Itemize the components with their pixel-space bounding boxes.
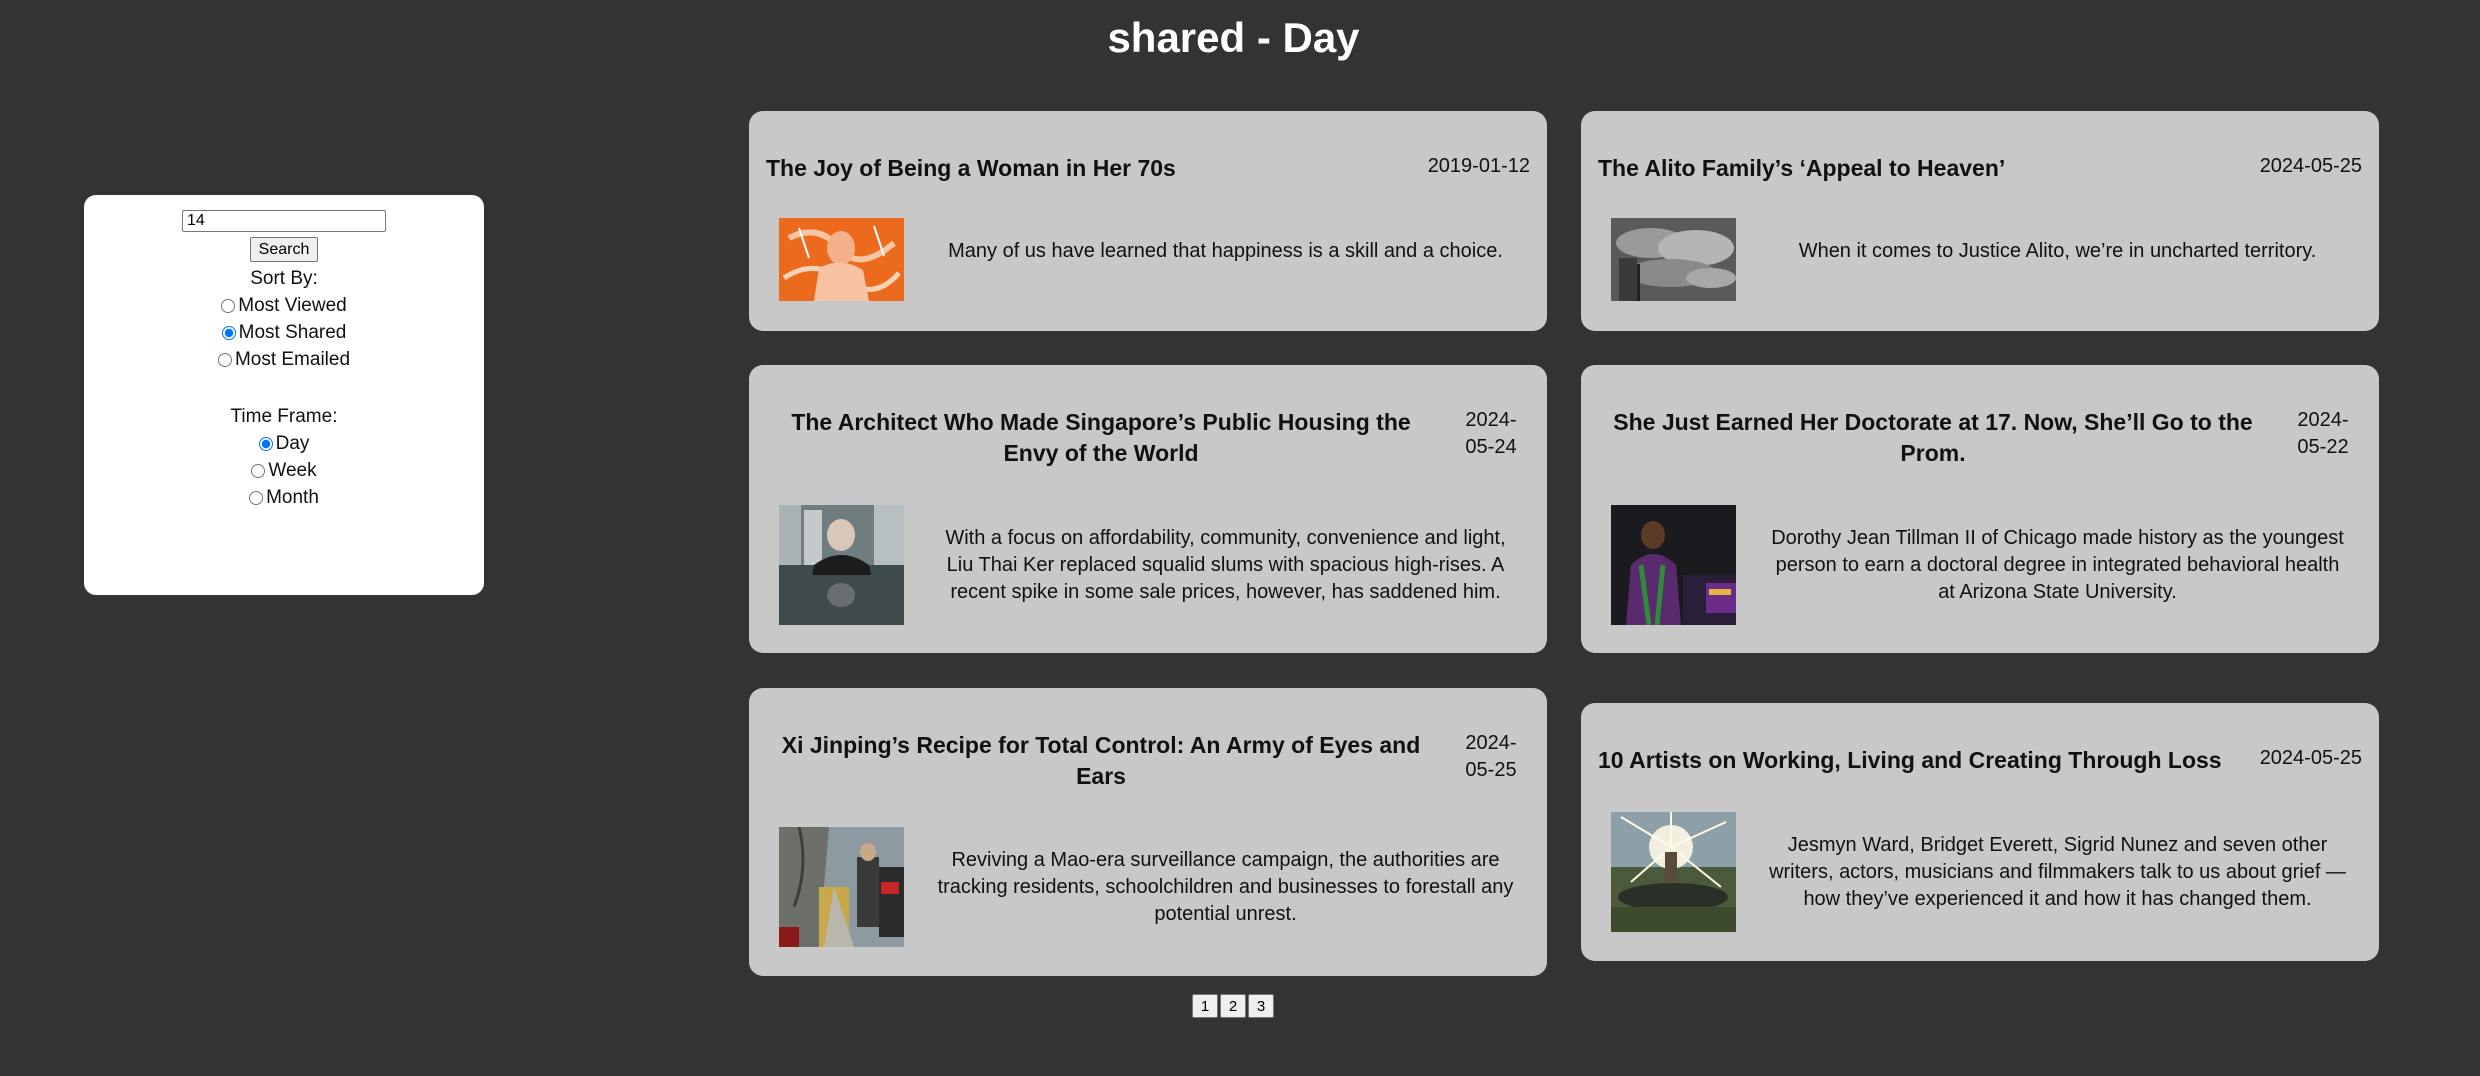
article-date: 2024-05-25	[1465, 732, 1517, 781]
article-card[interactable]: The Architect Who Made Singapore’s Publi…	[749, 365, 1547, 653]
timeframe-option-label: Month	[266, 487, 319, 508]
article-card[interactable]: 10 Artists on Working, Living and Creati…	[1581, 703, 2379, 961]
sort-radio-most-viewed[interactable]	[221, 298, 236, 313]
page-button-1[interactable]: 1	[1192, 994, 1218, 1018]
article-abstract: When it comes to Justice Alito, we’re in…	[1798, 240, 2317, 262]
article-abstract: Reviving a Mao-era surveillance campaign…	[937, 849, 1514, 925]
article-title[interactable]: The Alito Family’s ‘Appeal to Heaven’	[1598, 153, 2246, 184]
sort-option-label: Most Viewed	[238, 295, 347, 316]
timeframe-option-day[interactable]: Day	[84, 430, 484, 457]
article-abstract: Many of us have learned that happiness i…	[948, 240, 1503, 262]
article-thumbnail	[1611, 505, 1736, 625]
article-abstract: With a focus on affordability, community…	[945, 527, 1506, 603]
article-card[interactable]: She Just Earned Her Doctorate at 17. Now…	[1581, 365, 2379, 653]
timeframe-radio-month[interactable]	[249, 490, 264, 505]
search-input[interactable]	[182, 210, 386, 232]
timeframe-radio-week[interactable]	[251, 463, 266, 478]
sort-option-most-emailed[interactable]: Most Emailed	[84, 346, 484, 373]
search-button[interactable]: Search	[249, 237, 319, 262]
page-title: shared - Day	[1107, 14, 1360, 61]
article-date: 2024-05-25	[2259, 747, 2362, 769]
article-thumbnail	[1611, 218, 1736, 301]
article-date: 2024-05-25	[2259, 155, 2362, 177]
timeframe-option-label: Week	[268, 460, 317, 481]
sort-radio-most-emailed[interactable]	[217, 352, 232, 367]
article-thumbnail	[779, 505, 904, 625]
pagination: 1 2 3	[1192, 994, 1276, 1018]
article-card[interactable]: The Joy of Being a Woman in Her 70s 2019…	[749, 111, 1547, 331]
article-title[interactable]: The Architect Who Made Singapore’s Publi…	[766, 407, 1436, 469]
article-date: 2019-01-12	[1427, 155, 1530, 177]
article-abstract: Dorothy Jean Tillman II of Chicago made …	[1771, 527, 2344, 603]
article-date: 2024-05-22	[2297, 409, 2349, 458]
article-title[interactable]: Xi Jinping’s Recipe for Total Control: A…	[766, 730, 1436, 792]
time-frame-label: Time Frame:	[230, 406, 338, 427]
timeframe-radio-day[interactable]	[258, 436, 273, 451]
filter-panel: Search Sort By: Most Viewed Most Shared …	[84, 195, 484, 595]
article-card[interactable]: The Alito Family’s ‘Appeal to Heaven’ 20…	[1581, 111, 2379, 331]
article-title[interactable]: The Joy of Being a Woman in Her 70s	[766, 153, 1414, 184]
sort-option-most-viewed[interactable]: Most Viewed	[84, 292, 484, 319]
article-thumbnail	[779, 218, 904, 301]
timeframe-option-label: Day	[275, 433, 310, 454]
article-thumbnail	[779, 827, 904, 947]
article-abstract: Jesmyn Ward, Bridget Everett, Sigrid Nun…	[1769, 834, 2346, 910]
article-title[interactable]: She Just Earned Her Doctorate at 17. Now…	[1598, 407, 2268, 469]
sort-by-label: Sort By:	[250, 268, 318, 289]
sort-option-label: Most Shared	[238, 322, 347, 343]
sort-radio-most-shared[interactable]	[221, 325, 236, 340]
timeframe-option-week[interactable]: Week	[84, 457, 484, 484]
article-thumbnail	[1611, 812, 1736, 932]
article-date: 2024-05-24	[1465, 409, 1517, 458]
article-card[interactable]: Xi Jinping’s Recipe for Total Control: A…	[749, 688, 1547, 976]
timeframe-option-month[interactable]: Month	[84, 484, 484, 511]
sort-option-most-shared[interactable]: Most Shared	[84, 319, 484, 346]
article-title[interactable]: 10 Artists on Working, Living and Creati…	[1598, 745, 2246, 776]
page-button-2[interactable]: 2	[1220, 994, 1246, 1018]
sort-option-label: Most Emailed	[234, 349, 351, 370]
page-button-3[interactable]: 3	[1248, 994, 1274, 1018]
